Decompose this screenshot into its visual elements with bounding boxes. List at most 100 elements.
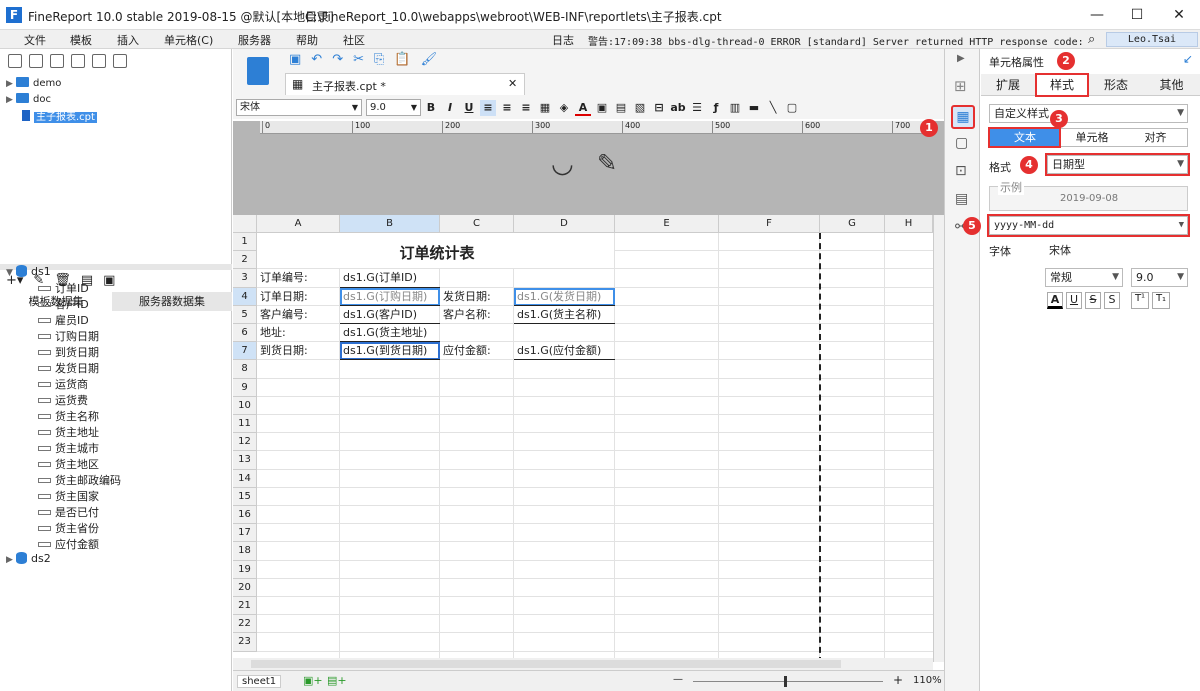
column-header[interactable]: D [514,215,615,233]
dataset-field[interactable]: 是否已付 [38,504,99,520]
cell-d7[interactable]: ds1.G(应付金额) [514,342,615,360]
tab-server-dataset[interactable]: 服务器数据集 [112,292,232,311]
tree-item-demo[interactable]: ▶ demo [6,77,61,89]
dataset-field[interactable]: 货主省份 [38,520,99,536]
tab-other[interactable]: 其他 [1143,74,1200,96]
column-header[interactable]: F [719,215,820,233]
frame-icon[interactable]: ▢ [784,100,800,116]
cell-b5[interactable]: ds1.G(客户ID) [340,306,440,324]
dataset-field[interactable]: 订购日期 [38,328,99,344]
bar-icon[interactable]: ▬ [746,100,762,116]
row-header[interactable]: 13 [233,451,257,470]
dock-icon[interactable]: ↙ [1183,52,1193,66]
hidden-icon[interactable]: ◡ [551,149,574,179]
shadow-button[interactable]: S [1104,292,1120,309]
dataset-field[interactable]: 货主地址 [38,424,99,440]
menu-template[interactable]: 模板 [70,32,92,48]
dataset-ds2[interactable]: ▶ ds2 [6,552,51,565]
scroll-thumb[interactable] [251,660,841,668]
condition-icon[interactable]: ⊡ [955,163,967,179]
row-header[interactable]: 20 [233,578,257,597]
column-header[interactable]: B [340,215,440,233]
new-file-icon[interactable] [8,54,22,68]
corner-cell[interactable] [233,215,257,233]
font-style-select[interactable]: 常规 ▼ [1045,268,1123,287]
copy-icon[interactable]: ⎘ [374,52,384,67]
horizontal-scrollbar[interactable] [233,658,933,670]
cell-element-icon[interactable]: ▢ [955,135,968,151]
merge-icon[interactable]: ▣ [594,100,610,116]
vertical-scrollbar[interactable] [933,215,944,662]
cell-a3[interactable]: 订单编号: [257,269,340,287]
dataset-field[interactable]: 订单ID [38,280,89,296]
save-icon[interactable]: ▣ [289,52,301,67]
dataset-field[interactable]: 货主国家 [38,488,99,504]
underline-button[interactable]: U [1066,292,1082,309]
sheet-tab[interactable]: sheet1 [237,675,282,688]
cut-icon[interactable]: ✂ [353,52,364,67]
collapse-icon[interactable]: ▶ [957,53,965,64]
zoom-out-icon[interactable]: — [673,674,683,685]
chart-icon[interactable]: ▥ [727,100,743,116]
cell-a4[interactable]: 订单日期: [257,288,340,306]
image-icon[interactable]: ▧ [632,100,648,116]
maximize-button[interactable]: ☐ [1122,3,1152,27]
row-header[interactable]: 6 [233,324,257,343]
row-header[interactable]: 22 [233,615,257,634]
close-button[interactable]: ✕ [1164,3,1194,27]
menu-file[interactable]: 文件 [24,32,46,48]
close-tab-icon[interactable]: ✕ [508,77,517,90]
tab-form[interactable]: 形态 [1089,74,1143,96]
row-header[interactable]: 23 [233,633,257,652]
dataset-field[interactable]: 货主城市 [38,440,99,456]
row-header[interactable]: 11 [233,415,257,434]
cell-d5[interactable]: ds1.G(货主名称) [514,306,615,324]
cell-c5[interactable]: 客户名称: [440,306,514,324]
font-color-icon[interactable]: A [575,100,591,116]
font-value[interactable]: 宋体 [1045,242,1188,261]
formula-icon[interactable]: ƒ [708,100,724,116]
bold-button[interactable]: B [423,100,439,116]
edit-pencil-icon[interactable]: ✎ [597,149,617,177]
column-header[interactable]: E [615,215,719,233]
align-center-icon[interactable]: ≡ [499,100,515,116]
strikethrough-button[interactable]: S [1085,292,1101,309]
font-size-select[interactable]: 9.0 ▼ [1131,268,1188,287]
font-color-button[interactable]: A [1047,292,1063,309]
dataset-field[interactable]: 运货费 [38,392,88,408]
tree-item-report[interactable]: 主子报表.cpt [22,108,97,123]
row-header[interactable]: 10 [233,396,257,415]
column-header[interactable]: C [440,215,514,233]
dataset-field[interactable]: 客户ID [38,296,89,312]
minimize-button[interactable]: — [1082,3,1112,27]
cell-b7[interactable]: ds1.G(到货日期) [340,342,440,361]
dataset-field[interactable]: 货主地区 [38,456,99,472]
hyperlink-icon[interactable]: ▤ [955,191,968,207]
save-icon[interactable] [71,54,85,68]
dataset-field[interactable]: 货主邮政编码 [38,472,121,488]
cell-a5[interactable]: 客户编号: [257,306,340,324]
text-icon[interactable]: ab [670,100,686,116]
font-select[interactable]: 宋体 ▼ [236,99,362,116]
dataset-field[interactable]: 发货日期 [38,360,99,376]
slash-icon[interactable]: ╲ [765,100,781,116]
cell-c4[interactable]: 发货日期: [440,288,514,306]
dataset-field[interactable]: 运货商 [38,376,88,392]
log-message[interactable]: 警告:17:09:38 bbs-dlg-thread-0 ERROR [stan… [588,33,1083,48]
row-header[interactable]: 21 [233,597,257,616]
cell-c7[interactable]: 应付金额: [440,342,514,360]
subtab-align[interactable]: 对齐 [1124,129,1187,146]
tab-expand[interactable]: 扩展 [981,74,1035,96]
column-header[interactable]: A [257,215,340,233]
subscript-button[interactable]: T₁ [1152,292,1170,309]
cell-b6[interactable]: ds1.G(货主地址) [340,324,440,342]
font-size-select[interactable]: 9.0 ▼ [366,99,421,116]
tree-item-doc[interactable]: ▶ doc [6,93,51,105]
format-painter-icon[interactable]: 🖌 [421,52,438,67]
doc-tab[interactable]: ▦ 主子报表.cpt * ✕ [285,73,525,95]
search-icon[interactable]: ⌕ [1088,32,1095,47]
template-icon[interactable] [247,57,269,85]
user-badge[interactable]: Leo.Tsai [1106,32,1198,47]
row-header[interactable]: 3 [233,269,257,288]
border-icon[interactable]: ▦ [537,100,553,116]
